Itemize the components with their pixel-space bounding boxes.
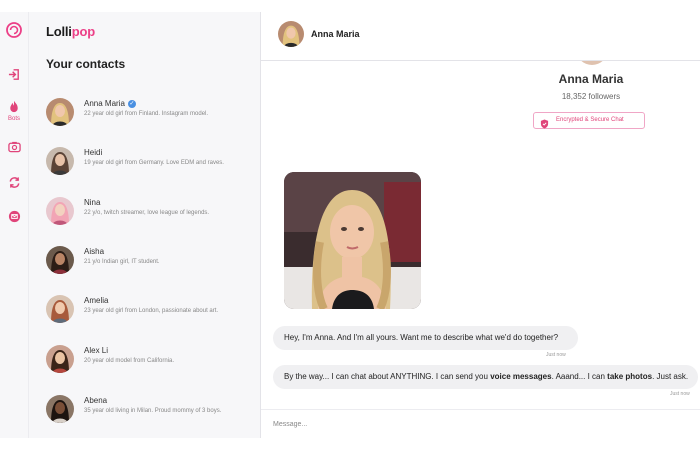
message-text: Hey, I'm Anna. And I'm all yours. Want m… (284, 333, 559, 342)
profile-name: Anna Maria (558, 72, 624, 86)
message-input[interactable] (273, 416, 683, 432)
camera-icon[interactable] (0, 140, 28, 158)
contacts-heading: Your contacts (46, 57, 126, 71)
verified-badge-icon: ✓ (127, 99, 136, 108)
profile-followers: 18,352 followers (561, 92, 621, 101)
message-bubble[interactable]: Hey, I'm Anna. And I'm all yours. Want m… (273, 326, 578, 350)
contact-item-abena[interactable]: Abena 35 year old living in Milan. Proud… (46, 395, 254, 429)
shield-icon (540, 116, 549, 134)
contact-description: 22 y/o, twitch streamer, love league of … (84, 210, 210, 216)
contact-item-alex-li[interactable]: Alex Li 20 year old model from Californi… (46, 345, 254, 379)
contact-name: Aisha (84, 247, 105, 256)
contacts-panel: Lollipop Your contacts Anna Maria ✓ 22 ye… (29, 12, 261, 438)
contact-name: Alex Li (84, 346, 109, 355)
chat-header-avatar[interactable] (278, 21, 304, 47)
contact-item-anna-maria[interactable]: Anna Maria ✓ 22 year old girl from Finlan… (46, 98, 254, 132)
mail-icon[interactable] (0, 210, 28, 228)
contact-description: 19 year old girl from Germany. Love EDM … (84, 160, 224, 166)
contact-name: Anna Maria ✓ (84, 99, 136, 108)
contact-item-aisha[interactable]: Aisha 21 y/o Indian girl, IT student. (46, 246, 254, 280)
secure-chat-badge[interactable]: Encrypted & Secure Chat (533, 112, 645, 129)
contact-description: 22 year old girl from Finland. Instagram… (84, 111, 209, 117)
secure-chat-label: Encrypted & Secure Chat (556, 117, 624, 123)
avatar (46, 197, 74, 225)
message-timestamp: Just now (670, 391, 690, 397)
login-arrow-icon[interactable] (0, 68, 28, 86)
avatar (46, 147, 74, 175)
message-timestamp: Just now (546, 352, 566, 358)
message-text: By the way... I can chat about ANYTHING.… (284, 372, 689, 381)
profile-avatar (576, 61, 608, 65)
avatar (46, 395, 74, 423)
avatar (46, 295, 74, 323)
message-bubble[interactable]: By the way... I can chat about ANYTHING.… (273, 365, 698, 389)
contact-name: Amelia (84, 296, 109, 305)
icon-rail: Bots (0, 12, 29, 438)
brand-logo[interactable]: Lollipop (46, 24, 95, 39)
chat-photo[interactable] (284, 172, 421, 309)
contact-name: Nina (84, 198, 101, 207)
contact-item-heidi[interactable]: Heidi 19 year old girl from Germany. Lov… (46, 147, 254, 181)
contact-description: 21 y/o Indian girl, IT student. (84, 259, 160, 265)
chat-messages-area[interactable]: Anna Maria 18,352 followers Encrypted & … (261, 61, 700, 409)
avatar (46, 345, 74, 373)
bots-nav-item[interactable]: Bots (0, 100, 28, 122)
chat-header-name: Anna Maria (311, 29, 360, 39)
contact-description: 23 year old girl from London, passionate… (84, 308, 219, 314)
contact-item-amelia[interactable]: Amelia 23 year old girl from London, pas… (46, 295, 254, 329)
contact-description: 20 year old model from California. (84, 358, 175, 364)
contact-item-nina[interactable]: Nina 22 y/o, twitch streamer, love leagu… (46, 197, 254, 231)
avatar (46, 98, 74, 126)
contact-name: Heidi (84, 148, 103, 157)
refresh-icon[interactable] (0, 176, 28, 194)
flame-icon (8, 100, 20, 117)
contact-description: 35 year old living in Milan. Proud mommy… (84, 408, 222, 414)
message-composer (261, 409, 700, 439)
chat-header: Anna Maria (261, 12, 700, 61)
avatar (46, 246, 74, 274)
bots-caption: Bots (7, 116, 20, 122)
lollipop-logo-icon[interactable] (0, 22, 28, 43)
contact-name: Abena (84, 396, 108, 405)
